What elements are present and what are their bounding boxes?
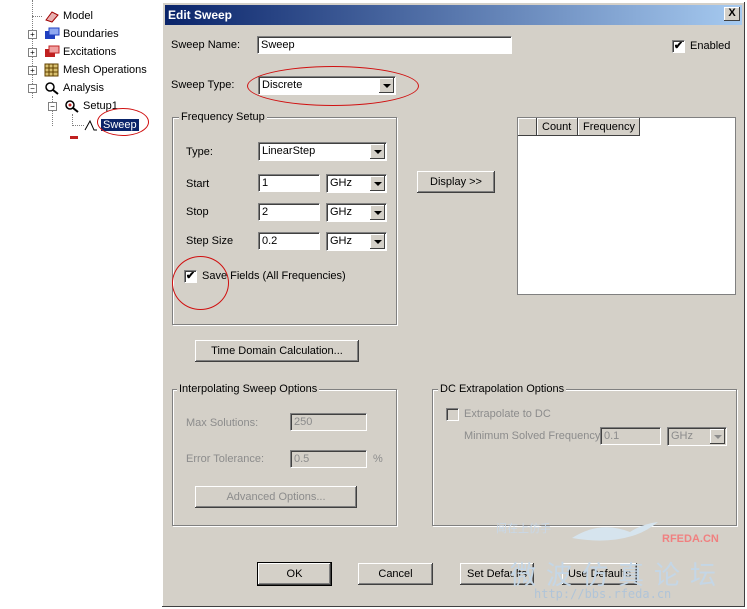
checkmark-icon: ✔ xyxy=(185,270,196,282)
column-header-blank[interactable] xyxy=(518,118,537,136)
ok-button[interactable]: OK xyxy=(257,562,332,586)
tree-item-boundaries[interactable]: Boundaries xyxy=(44,26,119,42)
model-icon xyxy=(44,9,60,23)
dc-extrapolation-title: DC Extrapolation Options xyxy=(438,383,567,395)
column-header-count[interactable]: Count xyxy=(537,118,578,136)
close-icon: X xyxy=(728,7,736,19)
cancel-button[interactable]: Cancel xyxy=(358,563,433,585)
advanced-options-button[interactable]: Advanced Options... xyxy=(195,486,357,508)
tree-item-setup1[interactable]: Setup1 xyxy=(64,98,118,114)
step-size-unit-value: GHz xyxy=(330,235,352,247)
tree-line xyxy=(32,16,42,17)
boundaries-icon xyxy=(44,27,60,41)
max-solutions-input[interactable]: 250 xyxy=(290,413,367,431)
tree-item-excitations[interactable]: Excitations xyxy=(44,44,116,60)
step-size-unit-select[interactable]: GHz xyxy=(326,232,387,251)
chevron-down-icon[interactable] xyxy=(370,205,385,220)
expand-boundaries[interactable]: + xyxy=(28,30,37,39)
chevron-down-icon[interactable] xyxy=(370,234,385,249)
enabled-checkbox[interactable]: ✔ xyxy=(672,40,685,53)
step-size-label: Step Size xyxy=(186,235,234,247)
set-defaults-button[interactable]: Set Defaults xyxy=(460,563,534,585)
step-size-input[interactable]: 0.2 xyxy=(258,232,320,250)
minimum-solved-frequency-label: Minimum Solved Frequency xyxy=(464,430,601,442)
expand-excitations[interactable]: + xyxy=(28,48,37,57)
tree-item-mesh-operations[interactable]: Mesh Operations xyxy=(44,62,147,78)
sweep-name-input[interactable]: Sweep xyxy=(257,36,512,54)
tree-line xyxy=(52,96,53,126)
max-solutions-label: Max Solutions: xyxy=(186,417,259,429)
error-tolerance-input[interactable]: 0.5 xyxy=(290,450,367,468)
dialog-title: Edit Sweep xyxy=(168,8,233,22)
chevron-down-icon[interactable] xyxy=(370,144,385,159)
start-input[interactable]: 1 xyxy=(258,174,320,192)
sweep-icon xyxy=(84,118,98,132)
tree-item-sweep[interactable]: Sweep xyxy=(84,117,139,133)
excitations-icon xyxy=(44,45,60,59)
tree-item-label: Sweep xyxy=(101,119,139,131)
collapse-setup1[interactable]: − xyxy=(48,102,57,111)
start-unit-select[interactable]: GHz xyxy=(326,174,387,193)
tree-item-label: Setup1 xyxy=(83,100,118,112)
tree-item-partial-icon xyxy=(70,136,78,139)
tree-item-label: Model xyxy=(63,10,93,22)
error-tolerance-unit: % xyxy=(373,453,383,465)
display-button[interactable]: Display >> xyxy=(417,171,495,193)
mesh-operations-icon xyxy=(44,63,60,77)
edit-sweep-dialog: Edit Sweep X Sweep Name: Sweep ✔ Enabled… xyxy=(162,2,745,607)
frequency-type-value: LinearStep xyxy=(262,145,316,157)
minimum-solved-frequency-input[interactable]: 0.1 xyxy=(600,427,661,445)
extrapolate-to-dc-checkbox[interactable] xyxy=(446,408,459,421)
tree-item-label: Boundaries xyxy=(63,28,119,40)
enabled-label: Enabled xyxy=(690,40,731,52)
watermark-bird-icon xyxy=(572,522,658,541)
minimum-solved-frequency-unit-select[interactable]: GHz xyxy=(667,427,727,446)
tree-item-analysis[interactable]: Analysis xyxy=(44,80,104,96)
checkmark-icon: ✔ xyxy=(673,40,684,52)
frequency-setup-title: Frequency Setup xyxy=(179,111,267,123)
error-tolerance-label: Error Tolerance: xyxy=(186,453,265,465)
save-fields-checkbox[interactable]: ✔ xyxy=(184,270,197,283)
sweep-type-select[interactable]: Discrete xyxy=(258,76,396,95)
tree-item-label: Analysis xyxy=(63,82,104,94)
interpolating-sweep-title: Interpolating Sweep Options xyxy=(177,383,320,395)
extrapolate-to-dc-label: Extrapolate to DC xyxy=(464,408,551,420)
frequency-list[interactable]: Count Frequency xyxy=(517,117,736,295)
tree-item-label: Excitations xyxy=(63,46,117,58)
chevron-down-icon[interactable] xyxy=(379,78,394,93)
expand-mesh-operations[interactable]: + xyxy=(28,66,37,75)
use-defaults-button[interactable]: Use Defaults xyxy=(562,563,637,585)
stop-input[interactable]: 2 xyxy=(258,203,320,221)
type-label: Type: xyxy=(186,146,213,158)
setup-icon xyxy=(64,99,80,113)
stop-unit-value: GHz xyxy=(330,206,352,218)
sweep-name-label: Sweep Name: xyxy=(171,39,241,51)
close-button[interactable]: X xyxy=(724,7,740,21)
column-header-frequency[interactable]: Frequency xyxy=(578,118,640,136)
sweep-type-value: Discrete xyxy=(262,79,303,91)
analysis-icon xyxy=(44,81,60,95)
tree-line xyxy=(72,125,84,126)
tree-item-model[interactable]: Model xyxy=(44,8,93,24)
collapse-analysis[interactable]: − xyxy=(28,84,37,93)
time-domain-calculation-button[interactable]: Time Domain Calculation... xyxy=(195,340,359,362)
stop-label: Stop xyxy=(186,206,209,218)
start-label: Start xyxy=(186,178,210,190)
save-fields-label: Save Fields (All Frequencies) xyxy=(202,270,346,282)
chevron-down-icon[interactable] xyxy=(710,429,725,444)
start-unit-value: GHz xyxy=(330,177,352,189)
frequency-type-select[interactable]: LinearStep xyxy=(258,142,387,161)
tree-item-label: Mesh Operations xyxy=(63,64,147,76)
stop-unit-select[interactable]: GHz xyxy=(326,203,387,222)
minimum-solved-frequency-unit-value: GHz xyxy=(671,430,693,442)
sweep-type-label: Sweep Type: xyxy=(171,79,235,91)
dialog-titlebar[interactable]: Edit Sweep X xyxy=(165,5,742,25)
chevron-down-icon[interactable] xyxy=(370,176,385,191)
